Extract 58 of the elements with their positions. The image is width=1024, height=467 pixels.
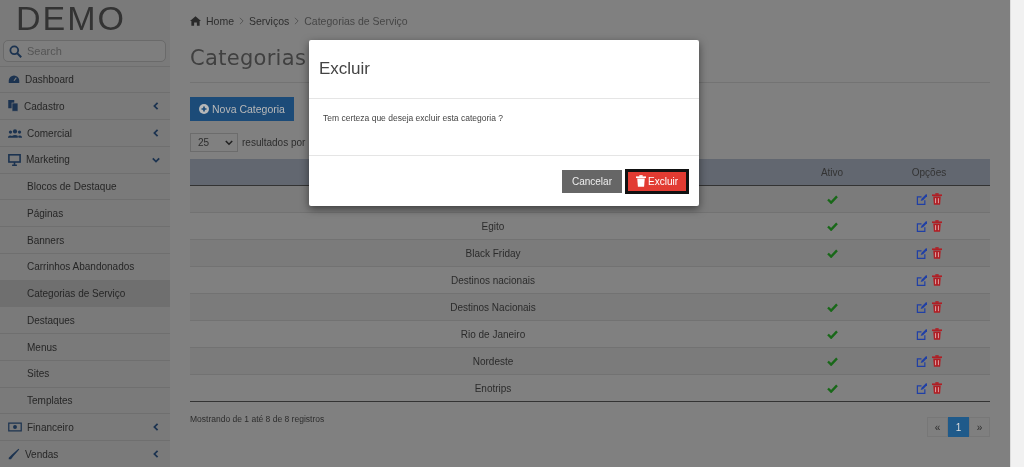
- monitor-icon: [8, 153, 21, 166]
- category-name: Egito: [481, 220, 505, 232]
- edit-icon[interactable]: [916, 220, 927, 232]
- trash-icon[interactable]: [932, 247, 942, 260]
- new-category-button[interactable]: Nova Categoria: [190, 97, 294, 121]
- gauge-icon: [8, 73, 20, 86]
- edit-icon[interactable]: [916, 247, 927, 259]
- documents-icon: [8, 100, 19, 113]
- delete-button[interactable]: Excluir: [626, 169, 688, 193]
- trash-icon[interactable]: [932, 301, 942, 314]
- category-name: Destinos nacionais: [451, 274, 535, 286]
- trash-icon[interactable]: [932, 355, 942, 368]
- breadcrumb-link[interactable]: Home: [206, 15, 234, 27]
- trash-icon[interactable]: [932, 220, 942, 233]
- pagination-button[interactable]: »: [969, 417, 990, 437]
- sidebar-item[interactable]: Comercial: [0, 119, 170, 146]
- cancel-button[interactable]: Cancelar: [561, 169, 622, 193]
- trash-icon[interactable]: [932, 193, 942, 206]
- trash-icon[interactable]: [932, 274, 942, 287]
- category-name: Enotrips: [474, 382, 512, 394]
- page-length-select[interactable]: 25: [190, 133, 238, 152]
- edit-icon[interactable]: [916, 301, 927, 313]
- pagination-button[interactable]: «: [927, 417, 948, 437]
- users-icon: [8, 127, 22, 139]
- chevron-icon: [294, 17, 300, 25]
- category-name: Rio de Janeiro: [460, 328, 526, 340]
- column-header: Ativo: [796, 159, 868, 186]
- breadcrumb-link[interactable]: Serviços: [249, 15, 290, 27]
- sidebar-item[interactable]: Financeiro: [0, 413, 170, 441]
- home-icon: [190, 16, 201, 26]
- category-name: Nordeste: [472, 355, 514, 367]
- modal-title: Excluir: [309, 40, 699, 99]
- table-info: Mostrando de 1 até 8 de 8 registros: [190, 414, 325, 424]
- category-name: Black Friday: [465, 247, 521, 259]
- logo-text: DEMO: [15, 0, 127, 36]
- trash-icon[interactable]: [932, 382, 942, 395]
- edit-icon[interactable]: [916, 328, 927, 340]
- edit-icon[interactable]: [916, 355, 927, 367]
- banknote-icon: [8, 422, 22, 433]
- trash-icon: [636, 175, 646, 187]
- pagination-button[interactable]: 1: [948, 417, 969, 437]
- submenu-item[interactable]: Categorias de Serviço: [0, 279, 170, 307]
- edit-icon[interactable]: [916, 274, 927, 286]
- plus-circle-icon: [199, 104, 209, 114]
- modal-message: Tem certeza que deseja excluir esta categoria ?: [309, 99, 699, 156]
- edit-icon[interactable]: [916, 382, 927, 394]
- column-header: Opções: [868, 159, 990, 186]
- chevron-down-icon: [225, 139, 233, 146]
- breadcrumb-current: Categorias de Serviço: [304, 15, 408, 27]
- trash-icon[interactable]: [932, 328, 942, 341]
- chevron-icon: [239, 17, 244, 25]
- sidebar-item[interactable]: Marketing: [0, 145, 170, 173]
- category-name: Destinos Nacionais: [450, 301, 536, 313]
- scrollbar[interactable]: [1010, 0, 1024, 467]
- page-length-label: resultados por: [242, 137, 306, 148]
- pen-icon: [8, 448, 20, 461]
- sidebar-item[interactable]: Cadastro: [0, 92, 170, 120]
- edit-icon[interactable]: [916, 193, 927, 205]
